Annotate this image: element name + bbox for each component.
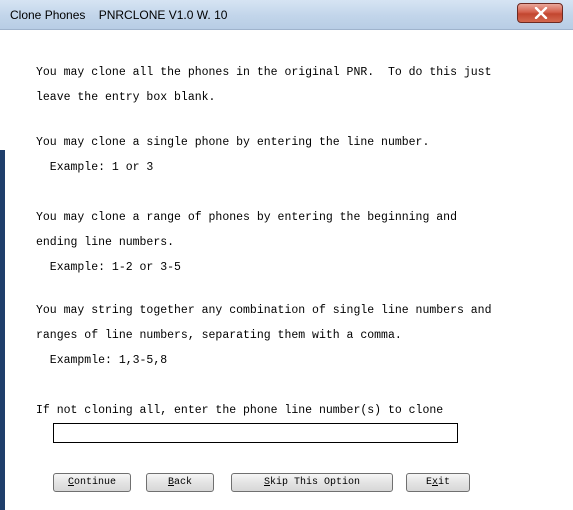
instruction-clone-all: You may clone all the phones in the orig… (36, 66, 492, 104)
instruction-clone-single: You may clone a single phone by entering… (36, 136, 430, 174)
title-bar[interactable]: Clone Phones PNRCLONE V1.0 W. 10 (0, 0, 573, 30)
close-x-icon (534, 7, 548, 19)
entry-prompt-label: If not cloning all, enter the phone line… (36, 404, 444, 417)
window-title: Clone Phones PNRCLONE V1.0 W. 10 (10, 8, 228, 22)
back-button[interactable]: Back (146, 473, 214, 492)
window-left-accent (0, 150, 5, 510)
instruction-clone-range: You may clone a range of phones by enter… (36, 211, 457, 274)
continue-button[interactable]: Continue (53, 473, 131, 492)
phone-line-entry-input[interactable] (53, 423, 458, 443)
close-button[interactable] (517, 3, 563, 23)
instruction-clone-combination: You may string together any combination … (36, 304, 492, 367)
skip-option-button[interactable]: Skip This Option (231, 473, 393, 492)
exit-button[interactable]: Exit (406, 473, 470, 492)
